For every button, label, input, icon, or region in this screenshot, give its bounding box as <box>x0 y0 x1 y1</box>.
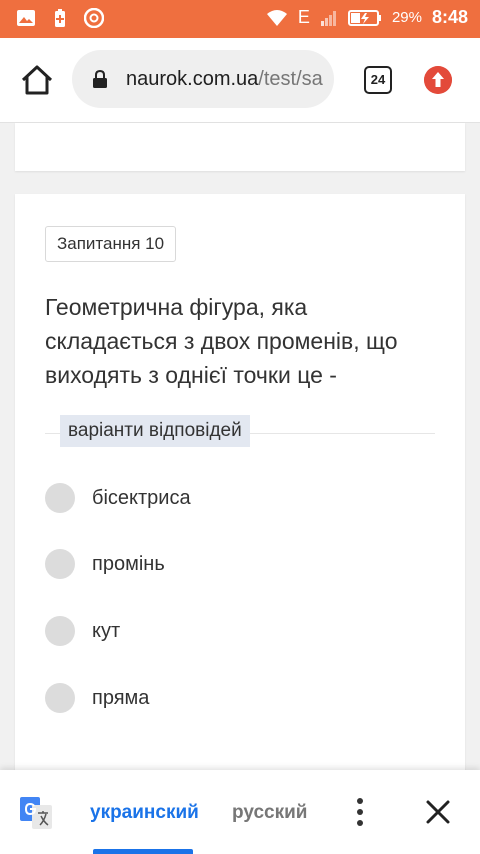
more-options-icon[interactable] <box>350 796 370 828</box>
url-path: /test/sa <box>258 68 323 90</box>
radio-button[interactable] <box>45 683 75 713</box>
radio-button[interactable] <box>45 549 75 579</box>
answer-option[interactable]: бісектриса <box>45 482 191 514</box>
radio-button[interactable] <box>45 483 75 513</box>
wifi-icon <box>266 9 287 26</box>
answer-label: промінь <box>92 552 165 575</box>
signal-icon <box>320 10 336 26</box>
url-host: naurok.com.ua <box>126 68 259 90</box>
previous-question-card <box>15 123 465 171</box>
battery-percent: 29% <box>391 9 422 26</box>
radio-button[interactable] <box>45 616 75 646</box>
answers-label: варіанти відповідей <box>60 415 250 447</box>
network-type: E <box>297 7 310 27</box>
google-translate-icon <box>20 797 52 829</box>
tab-language-russian[interactable]: русский <box>232 802 307 824</box>
lock-icon <box>93 70 107 88</box>
status-bar-notifications <box>16 8 104 28</box>
active-language-indicator <box>93 849 193 854</box>
answer-label: пряма <box>92 686 150 709</box>
question-card: Запитання 10 Геометрична фігура, яка скл… <box>15 194 465 794</box>
upload-icon[interactable] <box>424 66 452 94</box>
close-icon[interactable] <box>425 799 451 825</box>
clock: 8:48 <box>431 7 468 27</box>
question-text: Геометрична фігура, яка складається з дв… <box>45 294 398 388</box>
browser-toolbar: naurok.com.ua/test/sa 24 <box>0 38 480 123</box>
answer-option[interactable]: кут <box>45 615 120 647</box>
translate-bar: украинский русский <box>0 770 480 854</box>
answer-option[interactable]: пряма <box>45 682 149 714</box>
answer-option[interactable]: промінь <box>45 548 165 580</box>
answer-label: бісектриса <box>92 486 191 509</box>
question-number-badge: Запитання 10 <box>45 226 177 262</box>
answer-label: кут <box>92 619 121 642</box>
status-bar: E 29% 8:48 <box>0 0 480 38</box>
battery-saver-icon <box>55 9 65 27</box>
tab-switcher-button[interactable]: 24 <box>364 66 392 94</box>
address-bar[interactable]: naurok.com.ua/test/sa <box>72 50 334 108</box>
chrome-icon <box>84 8 104 28</box>
url-text: naurok.com.ua/test/sa <box>126 68 323 91</box>
gallery-icon <box>17 10 35 26</box>
battery-icon <box>347 9 381 26</box>
status-bar-system: E 29% 8:48 <box>266 7 468 28</box>
home-icon[interactable] <box>20 64 54 96</box>
tab-language-ukrainian[interactable]: украинский <box>90 802 199 824</box>
